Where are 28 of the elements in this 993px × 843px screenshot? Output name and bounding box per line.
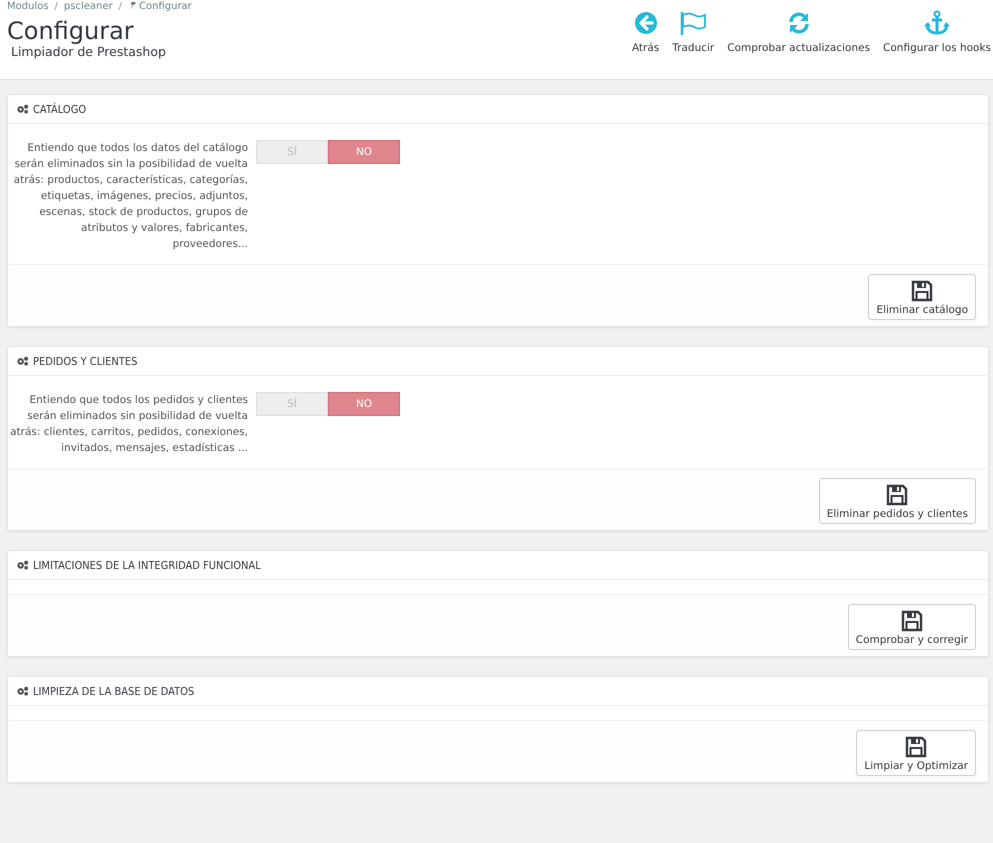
panel-title: PEDIDOS Y CLIENTES <box>33 354 138 368</box>
flag-icon <box>679 10 708 36</box>
anchor-icon <box>924 10 950 36</box>
save-button[interactable]: Eliminar pedidos y clientes <box>818 478 976 524</box>
page-subtitle: Limpiador de Prestashop <box>11 44 167 59</box>
toolbar-button[interactable]: Comprobar actualizaciones <box>727 10 870 79</box>
panel-title: CATÁLOGO <box>33 102 86 116</box>
save-button[interactable]: Comprobar y corregir <box>848 604 976 650</box>
save-button[interactable]: Limpiar y Optimizar <box>856 730 976 776</box>
toolbar-button[interactable]: Traducir <box>672 10 714 79</box>
cogs-icon <box>16 560 29 570</box>
description-label: Entiendo que todos los datos del catálogo serán eliminados sin la posibilidad de vuelta atrás: productos, características, categorías, etiquetas, imágenes, precios, adjuntos, escenas, stock de productos, grupos de atributos y valores, fabricantes, proveedores... <box>12 141 248 252</box>
cogs-icon <box>16 104 29 114</box>
breadcrumb-link[interactable]: pscleaner <box>64 1 113 12</box>
save-button[interactable]: Eliminar catálogo <box>868 274 976 320</box>
toolbar-button[interactable]: Atrás <box>632 10 660 79</box>
breadcrumb-link[interactable]: Modulos <box>7 1 49 12</box>
panel-title: LIMITACIONES DE LA INTEGRIDAD FUNCIONAL <box>33 558 261 572</box>
page-title: Configurar <box>7 19 135 43</box>
refresh-icon <box>786 10 811 36</box>
breadcrumb-link[interactable]: Configurar <box>139 1 192 12</box>
breadcrumb-separator: / <box>118 1 122 12</box>
cogs-icon <box>16 686 29 696</box>
description-label: Entiendo que todos los pedidos y clientes serán eliminados sin posibilidad de vuelta atrás: clientes, carritos, pedidos, conexiones, invitados, mensajes, estadísticas ... <box>9 393 248 456</box>
toolbar-button[interactable]: Configurar los hooks <box>883 10 991 79</box>
cogs-icon <box>16 356 29 366</box>
panel-title: LIMPIEZA DE LA BASE DE DATOS <box>33 684 194 698</box>
breadcrumb-separator: / <box>54 1 58 12</box>
